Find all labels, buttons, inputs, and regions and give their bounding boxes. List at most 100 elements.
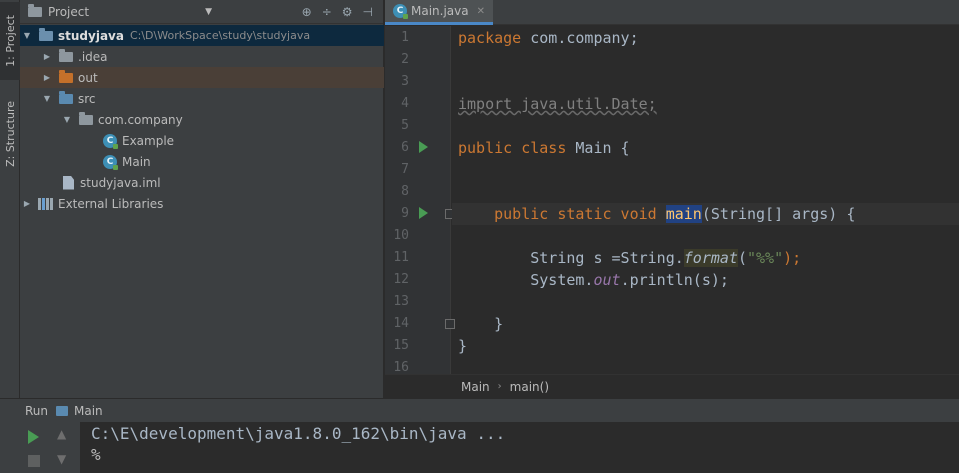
module-folder-icon	[39, 27, 53, 41]
rerun-icon[interactable]	[28, 430, 39, 444]
locate-icon[interactable]: ⊕	[302, 5, 312, 19]
project-panel-header: Project ▼ ⊕ ÷ ⚙ ⊣	[20, 0, 383, 24]
code-line-15: }	[452, 335, 959, 357]
run-class-icon[interactable]	[419, 141, 428, 153]
expand-arrow-icon[interactable]: ▶	[42, 73, 52, 82]
line-number: 5	[401, 118, 409, 133]
iml-file-icon	[63, 175, 74, 190]
tree-item-example[interactable]: C Example	[20, 130, 384, 151]
project-panel: Project ▼ ⊕ ÷ ⚙ ⊣ ▼ studyjava C:\D\WorkS…	[20, 0, 384, 398]
unused-import: import java.util.Date;	[458, 95, 657, 113]
method-name-highlight: main	[665, 205, 702, 223]
tree-item-idea[interactable]: ▶ .idea	[20, 46, 384, 67]
string-literal: "%%"	[747, 249, 784, 267]
arrow-down-icon[interactable]: ▼	[57, 452, 66, 466]
tree-item-studyjava-iml[interactable]: studyjava.iml	[20, 172, 384, 193]
tree-item-label: .idea	[78, 49, 108, 64]
code-text: }	[458, 337, 468, 355]
console-output[interactable]: C:\E\development\java1.8.0_162\bin\java …	[80, 422, 959, 473]
static-method: format	[683, 249, 738, 267]
stop-icon[interactable]	[28, 455, 40, 467]
run-config-name[interactable]: Main	[74, 404, 103, 418]
tree-item-main[interactable]: C Main	[20, 151, 384, 172]
tree-item-studyjava[interactable]: ▼ studyjava C:\D\WorkSpace\study\studyja…	[20, 25, 384, 46]
code-text: (String[] args) {	[701, 205, 856, 223]
project-tool-tab[interactable]: 1: Project	[0, 2, 20, 80]
structure-tool-tab-label: Z: Structure	[3, 101, 17, 167]
project-view-icon	[28, 3, 42, 17]
keyword: public static void	[494, 205, 657, 223]
line-number: 14	[393, 316, 409, 331]
line-number: 7	[401, 162, 409, 177]
code-text: Main {	[566, 139, 630, 157]
line-number: 8	[401, 184, 409, 199]
run-panel: Run Main ▲ ▼ C:\E\development\java1.8.0_…	[0, 398, 959, 473]
expand-arrow-icon[interactable]: ▼	[22, 31, 32, 40]
breadcrumb-item-method[interactable]: main()	[510, 380, 549, 394]
code-text: );	[783, 249, 802, 267]
expand-arrow-icon[interactable]: ▶	[42, 52, 52, 61]
code-line-1: package com.company;	[452, 27, 959, 49]
expand-arrow-icon[interactable]: ▼	[42, 94, 52, 103]
run-panel-header: Run Main	[0, 398, 959, 422]
tree-item-label: External Libraries	[58, 196, 164, 211]
run-toolbar: ▲ ▼	[20, 422, 80, 473]
tree-item-label: com.company	[98, 112, 183, 127]
code-editor: C Main.java ✕ 1 2 3 4 5 6 7 8 9 10 11 12…	[385, 0, 959, 398]
java-class-icon: C	[393, 4, 408, 19]
tree-item-out[interactable]: ▶ out	[20, 67, 384, 88]
tree-item-external-libraries[interactable]: ▶ External Libraries	[20, 193, 384, 214]
line-number: 12	[393, 272, 409, 287]
output-folder-icon	[59, 69, 73, 83]
editor-gutter: 1 2 3 4 5 6 7 8 9 10 11 12 13 14 15 16	[385, 26, 455, 375]
left-tool-strip: 1: Project Z: Structure	[0, 0, 20, 398]
code-line-14: }	[452, 313, 959, 335]
tree-item-label: src	[78, 91, 96, 106]
library-icon	[38, 197, 53, 210]
project-tool-tab-label: 1: Project	[3, 15, 17, 67]
tab-main-java[interactable]: C Main.java ✕	[385, 0, 493, 25]
tree-item-com-company[interactable]: ▼ com.company	[20, 109, 384, 130]
code-area[interactable]: package com.company; import java.util.Da…	[452, 26, 959, 374]
tree-item-label: studyjava	[58, 28, 124, 43]
code-line-11: String s =String.format("%%");	[452, 247, 959, 269]
java-class-icon: C	[103, 154, 118, 170]
expand-arrow-icon[interactable]: ▶	[22, 199, 32, 208]
left-tool-strip-bottom	[0, 422, 20, 473]
breadcrumb: Main › main()	[385, 374, 959, 398]
close-icon[interactable]: ✕	[477, 6, 485, 17]
line-number: 4	[401, 96, 409, 111]
editor-tab-bar: C Main.java ✕	[385, 0, 959, 25]
code-line-12: System.out.println(s);	[452, 269, 959, 291]
line-number: 11	[393, 250, 409, 265]
tab-label: Main.java	[411, 4, 469, 18]
tree-item-label: out	[78, 70, 98, 85]
code-text: com.company;	[521, 29, 639, 47]
tree-item-label: Main	[122, 154, 151, 169]
gear-icon[interactable]: ⚙	[342, 5, 353, 19]
hide-panel-icon[interactable]: ⊣	[363, 5, 373, 19]
run-main-icon[interactable]	[419, 207, 428, 219]
chevron-down-icon[interactable]: ▼	[205, 7, 212, 17]
code-line-4: import java.util.Date;	[452, 93, 959, 115]
project-panel-title[interactable]: Project	[48, 5, 89, 19]
static-field: out	[593, 271, 621, 289]
keyword: package	[458, 29, 522, 47]
keyword: public class	[458, 139, 567, 157]
line-number: 3	[401, 74, 409, 89]
tree-item-src[interactable]: ▼ src	[20, 88, 384, 109]
console-output-line: %	[91, 445, 101, 464]
collapse-all-icon[interactable]: ÷	[322, 5, 332, 19]
line-number: 2	[401, 52, 409, 67]
breadcrumb-item-class[interactable]: Main	[461, 380, 490, 394]
code-line-6: public class Main {	[452, 137, 959, 159]
structure-tool-tab[interactable]: Z: Structure	[0, 92, 20, 176]
line-number: 9	[401, 206, 409, 221]
expand-arrow-icon[interactable]: ▼	[62, 115, 72, 124]
arrow-up-icon[interactable]: ▲	[57, 427, 66, 441]
code-text: (	[737, 249, 747, 267]
line-number: 1	[401, 30, 409, 45]
line-number: 15	[393, 338, 409, 353]
